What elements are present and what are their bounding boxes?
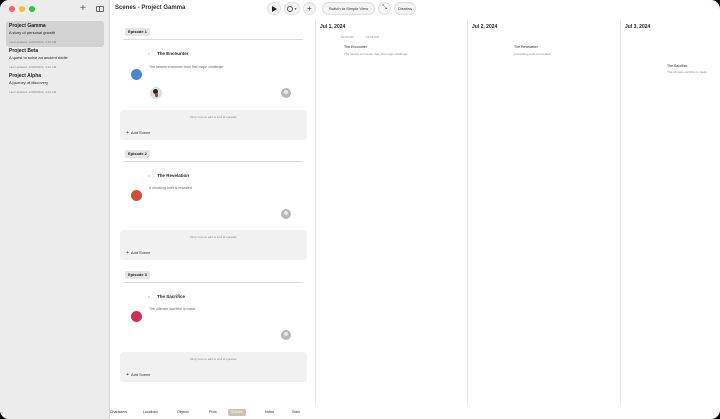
bottom-tab-bar: Characters Locations Objects Plots Scene… — [110, 406, 310, 419]
drop-zone[interactable]: Drop here to add to end of episode + Add … — [120, 110, 307, 140]
tab-locations[interactable]: Locations — [140, 409, 161, 416]
scene-card[interactable]: ≡ The Revelation A shocking truth is rev… — [120, 164, 307, 232]
scene-title: The Encounter — [157, 51, 189, 56]
tab-scenes[interactable]: Scenes — [228, 409, 246, 416]
avatar-placeholder-icon[interactable] — [281, 330, 291, 340]
episode-header: Episode 2 — [125, 150, 150, 158]
add-button[interactable]: + — [303, 2, 316, 15]
project-updated: Last Updated: 12/08/2024, 3:40 AM — [9, 90, 57, 94]
drag-handle-icon[interactable]: ≡ — [148, 295, 150, 299]
episode-divider — [123, 161, 303, 162]
timeline-date: Jul 3, 2024 — [625, 24, 651, 30]
timeline-event-title[interactable]: The Sacrifice — [667, 64, 687, 68]
event-start-time: 10:00 AM — [341, 35, 354, 39]
timeline-event-title[interactable]: The Encounter — [344, 45, 367, 49]
timeline-event-desc: The ultimate sacrifice is made — [667, 70, 707, 74]
drop-hint: Drop here to add to end of episode — [190, 235, 237, 239]
timeline-divider — [315, 20, 316, 406]
episode-divider — [123, 39, 303, 40]
plus-icon: + — [126, 372, 129, 378]
expand-arrows-icon: ⤡ — [382, 5, 387, 11]
timeline-event-title[interactable]: The Revelation — [514, 45, 538, 49]
add-scene-button[interactable]: + Add Scene — [126, 250, 151, 256]
window-title: Scenes - Project Gamma — [115, 5, 186, 11]
project-updated: Last Updated: 12/08/2024, 3:40 AM — [9, 40, 57, 44]
tab-stats[interactable]: Stats — [289, 409, 303, 416]
add-project-icon[interactable]: + — [80, 3, 86, 14]
scene-color-dot — [131, 190, 142, 201]
drop-hint: Drop here to add to end of episode — [190, 115, 237, 119]
drop-zone[interactable]: Drop here to add to end of episode + Add … — [120, 230, 307, 260]
tab-notes[interactable]: Notes — [262, 409, 277, 416]
project-item-beta[interactable]: Project Beta A quest to solve an ancient… — [6, 46, 104, 72]
timeline-date: Jul 1, 2024 — [320, 24, 346, 30]
add-scene-button[interactable]: + Add Scene — [126, 130, 151, 136]
episode-divider — [123, 282, 303, 283]
project-name: Project Beta — [9, 48, 39, 54]
mood-menu-button[interactable]: ▾ — [284, 2, 300, 15]
plus-icon: + — [307, 3, 312, 13]
zoom-window-button[interactable] — [29, 6, 35, 12]
tab-plots[interactable]: Plots — [206, 409, 220, 416]
add-scene-button[interactable]: + Add Scene — [126, 372, 151, 378]
smiley-icon — [287, 5, 294, 12]
project-item-gamma[interactable]: Project Gamma A story of personal growth… — [6, 21, 104, 47]
play-icon — [272, 5, 277, 12]
tab-objects[interactable]: Objects — [174, 409, 192, 416]
character-avatar[interactable] — [150, 87, 162, 99]
event-end-time: 12:00 PM — [366, 35, 379, 39]
timeline-divider — [467, 20, 468, 406]
scene-description: The heroes encounter their first major c… — [149, 65, 224, 69]
project-description: A journey of discovery — [9, 80, 49, 85]
timeline-event-desc: A shocking truth is revealed — [514, 52, 551, 56]
plus-icon: + — [126, 250, 129, 256]
project-description: A story of personal growth — [9, 30, 56, 35]
timeline-date: Jul 2, 2024 — [472, 24, 498, 30]
scene-color-dot — [131, 69, 142, 80]
simple-view-button[interactable]: Switch to Simple View — [322, 2, 375, 15]
project-name: Project Alpha — [9, 73, 42, 79]
scene-title: The Sacrifice — [157, 294, 186, 299]
scene-description: The ultimate sacrifice is made — [149, 307, 196, 311]
scene-title: The Revelation — [157, 173, 190, 178]
tab-characters[interactable]: Characters — [107, 409, 130, 416]
sidebar-toggle-icon[interactable] — [96, 6, 104, 12]
add-scene-label: Add Scene — [130, 372, 151, 377]
minimize-window-button[interactable] — [19, 6, 25, 12]
scenes-column: Episode 1 ≡ The Encounter The heroes enc… — [118, 22, 308, 405]
drag-handle-icon[interactable]: ≡ — [148, 52, 150, 56]
avatar-placeholder-icon[interactable] — [281, 209, 291, 219]
scene-color-dot — [131, 311, 142, 322]
project-description: A quest to solve an ancient riddle — [9, 55, 68, 60]
project-item-alpha[interactable]: Project Alpha A journey of discovery Las… — [6, 71, 104, 97]
add-scene-label: Add Scene — [130, 130, 151, 135]
project-updated: Last Updated: 12/08/2024, 3:40 AM — [9, 65, 57, 69]
add-scene-label: Add Scene — [130, 250, 151, 255]
drop-hint: Drop here to add to end of episode — [190, 357, 237, 361]
close-window-button[interactable] — [9, 6, 15, 12]
episode-header: Episode 3 — [125, 271, 150, 279]
project-name: Project Gamma — [9, 23, 46, 29]
drag-handle-icon[interactable]: ≡ — [148, 174, 150, 178]
drop-zone[interactable]: Drop here to add to end of episode + Add … — [120, 352, 307, 382]
dismiss-button[interactable]: Dismiss — [394, 2, 416, 15]
expand-button[interactable]: ⤡ — [378, 2, 391, 15]
avatar-placeholder-icon[interactable] — [281, 88, 291, 98]
project-sidebar: + Project Gamma A story of personal grow… — [0, 0, 110, 419]
chevron-down-icon: ▾ — [294, 6, 297, 11]
scene-card[interactable]: ≡ The Encounter The heroes encounter the… — [120, 42, 307, 110]
app-window: + Project Gamma A story of personal grow… — [0, 0, 720, 419]
plus-icon: + — [126, 130, 129, 136]
scene-card[interactable]: ≡ The Sacrifice The ultimate sacrifice i… — [120, 285, 307, 353]
episode-header: Episode 1 — [125, 28, 150, 36]
window-controls — [9, 6, 35, 12]
timeline-divider — [620, 20, 621, 406]
scene-description: A shocking truth is revealed — [149, 186, 192, 190]
timeline-event-desc: The heroes encounter their first major c… — [344, 52, 408, 56]
play-button[interactable] — [267, 2, 281, 15]
